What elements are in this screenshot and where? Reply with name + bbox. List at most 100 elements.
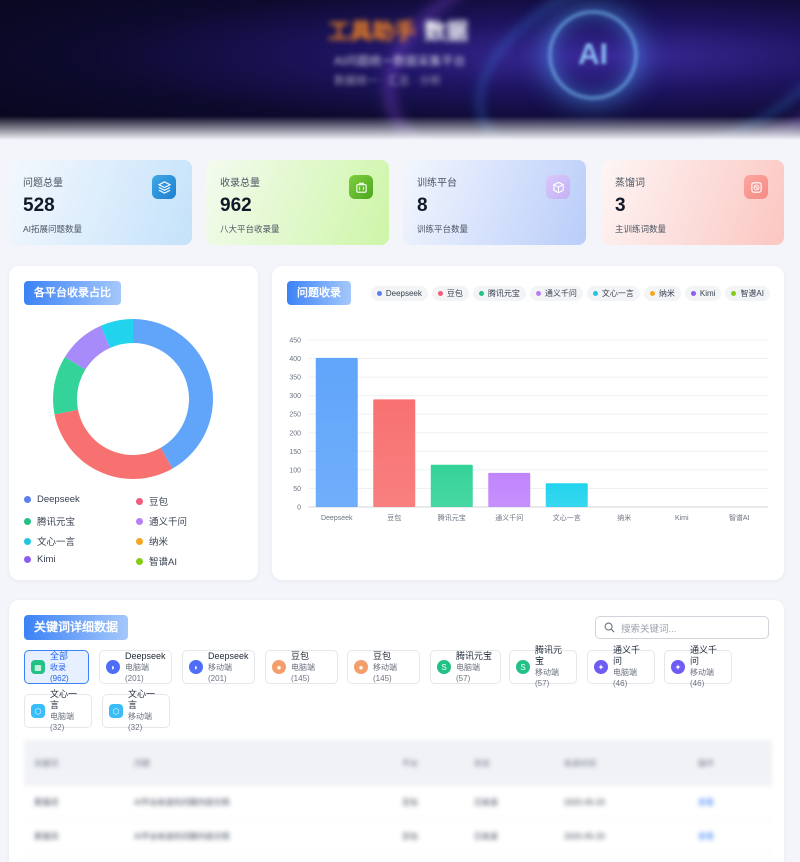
x-tick-label: 腾讯元宝: [438, 513, 466, 522]
table-header-cell[interactable]: 状态: [474, 758, 564, 769]
legend-chip-label: 纳米: [658, 289, 675, 298]
table-cell: 2025-05-20: [564, 832, 605, 841]
platform-filter-button[interactable]: ✦ 通义千问 电脑端(46): [587, 645, 655, 688]
banner-title-accent: 工具助手: [328, 19, 417, 44]
x-tick-label: 纳米: [617, 513, 631, 522]
bar-panel-title: 问题收录: [287, 281, 351, 305]
bar-文心一言[interactable]: [545, 483, 588, 507]
y-tick-label: 400: [289, 356, 301, 363]
donut-chart: [53, 319, 213, 479]
legend-dot: [24, 537, 31, 545]
qwen-icon: ✦: [671, 660, 685, 674]
bar-豆包[interactable]: [373, 399, 416, 507]
platform-filter-button[interactable]: ▦ 全部 收录(962): [24, 650, 89, 684]
search-icon: [604, 622, 615, 633]
banner-subtitle: AI问题统一数据采集平台: [334, 54, 466, 68]
legend-item[interactable]: 通义千问: [136, 514, 187, 528]
legend-dot: [136, 557, 143, 565]
bar-Deepseek[interactable]: [315, 357, 358, 507]
platform-name: Deepseek: [208, 650, 249, 661]
legend-item[interactable]: Kimi: [24, 554, 55, 565]
platform-filter-button[interactable]: ● 豆包 电脑端(145): [265, 650, 338, 684]
legend-chip[interactable]: 智谱AI: [725, 286, 770, 301]
platform-count: 电脑端(32): [50, 712, 74, 732]
platform-filter-button[interactable]: ◗ Deepseek 电脑端(201): [99, 650, 172, 684]
briefcase-icon: [349, 175, 373, 199]
legend-item[interactable]: 纳米: [136, 534, 168, 548]
bar-通义千问[interactable]: [488, 472, 531, 507]
platform-filter-button[interactable]: ⬡ 文心一言 电脑端(32): [24, 689, 92, 732]
legend-chip[interactable]: Deepseek: [370, 286, 428, 301]
legend-label: Deepseek: [37, 494, 80, 505]
whale-icon: ◗: [106, 660, 120, 674]
legend-chip-label: 通义千问: [544, 289, 577, 298]
table-header-cell[interactable]: 操作: [698, 758, 772, 769]
platform-filter-button[interactable]: S 腾讯元宝 电脑端(57): [430, 650, 501, 684]
x-tick-label: 文心一言: [553, 513, 581, 522]
platform-filter-button[interactable]: ⬡ 文心一言 移动端(32): [102, 689, 170, 732]
legend-label: 腾讯元宝: [37, 517, 76, 528]
platform-filter-button[interactable]: ● 豆包 移动端(145): [347, 650, 420, 684]
y-tick-label: 250: [289, 412, 301, 419]
table-header-cell[interactable]: 问题: [134, 758, 402, 769]
legend-item[interactable]: Deepseek: [24, 494, 80, 505]
table-header-cell[interactable]: 关键词: [24, 758, 134, 769]
view-link[interactable]: 查看: [698, 797, 772, 808]
search-input[interactable]: 搜索关键词...: [595, 616, 769, 639]
table-cell: AI平台收录的问题内容示例: [134, 832, 230, 841]
legend-chip[interactable]: 纳米: [643, 286, 681, 301]
view-link[interactable]: 查看: [698, 831, 772, 842]
table-header-cell[interactable]: 收录时间: [564, 758, 698, 769]
platform-filter-button[interactable]: S 腾讯元宝 移动端(57): [509, 645, 577, 688]
table-row[interactable]: 蒸馏词 AI平台收录的问题内容示例 豆包 已收录 2025-05-20 查看: [24, 786, 772, 820]
table-cell: 已收录: [474, 798, 498, 807]
legend-chip[interactable]: Kimi: [684, 286, 722, 301]
wenxin-icon: ⬡: [31, 704, 45, 718]
legend-item[interactable]: 腾讯元宝: [24, 514, 75, 528]
legend-item[interactable]: 文心一言: [24, 534, 75, 548]
table-cell: AI平台收录的问题内容示例: [134, 798, 230, 807]
banner-title-main: 数据: [424, 19, 469, 44]
stat-card-distill-words[interactable]: 蒸馏词 3 主训练词数量: [601, 160, 784, 245]
table-cell: 已收录: [474, 832, 498, 841]
stat-card-platforms[interactable]: 训练平台 8 训练平台数量: [403, 160, 586, 245]
legend-chip-label: 文心一言: [601, 289, 634, 298]
legend-item[interactable]: 智谱AI: [136, 554, 177, 568]
table-row[interactable]: 蒸馏词 AI平台收录的问题内容示例 豆包 已收录 2025-05-20 查看: [24, 820, 772, 854]
stat-desc: 训练平台数量: [417, 224, 469, 234]
platform-name: 文心一言: [50, 689, 78, 710]
search-placeholder: 搜索关键词...: [621, 623, 677, 635]
legend-chip[interactable]: 文心一言: [586, 286, 640, 301]
legend-dot: [136, 517, 143, 525]
platform-name: 腾讯元宝: [456, 650, 493, 661]
stat-desc: 八大平台收录量: [220, 224, 280, 234]
legend-chip[interactable]: 通义千问: [529, 286, 583, 301]
bar-chart: 0 50 100 150 200 250 300 350 400 450 Deepseek 豆包 腾讯元…: [289, 338, 768, 522]
platform-filter-button[interactable]: ✦ 通义千问 移动端(46): [664, 645, 732, 688]
x-tick-label: 通义千问: [495, 513, 523, 522]
stat-desc: 主训练词数量: [615, 224, 667, 234]
y-tick-label: 200: [289, 430, 301, 437]
legend-chip-label: 智谱AI: [740, 289, 764, 298]
legend-label: 通义千问: [149, 517, 188, 528]
bar-腾讯元宝[interactable]: [430, 464, 473, 507]
legend-chip[interactable]: 豆包: [431, 286, 469, 301]
legend-chip[interactable]: 腾讯元宝: [472, 286, 526, 301]
table-header-cell[interactable]: 平台: [402, 758, 474, 769]
stat-card-records[interactable]: 收录总量 962 八大平台收录量: [206, 160, 389, 245]
cube-icon: [546, 175, 570, 199]
legend-chip-label: Kimi: [699, 289, 716, 298]
avatar-icon: ●: [272, 660, 286, 674]
platform-count: 移动端(201): [208, 662, 232, 683]
table-header: 关键词 问题 平台 状态 收录时间 操作: [24, 740, 772, 786]
legend-item[interactable]: 豆包: [136, 494, 168, 508]
x-tick-label: 智谱AI: [729, 513, 750, 522]
platform-filter-button[interactable]: ◗ Deepseek 移动端(201): [182, 650, 255, 684]
stat-card-questions[interactable]: 问题总量 528 AI拓展问题数量: [9, 160, 192, 245]
donut-slice-豆包[interactable]: [54, 409, 173, 479]
legend-dot: [478, 291, 484, 296]
platform-count: 收录(962): [50, 662, 69, 683]
yuanbao-icon: S: [516, 660, 530, 674]
platform-name: 豆包: [291, 650, 310, 661]
donut-slice-Deepseek[interactable]: [133, 319, 213, 469]
